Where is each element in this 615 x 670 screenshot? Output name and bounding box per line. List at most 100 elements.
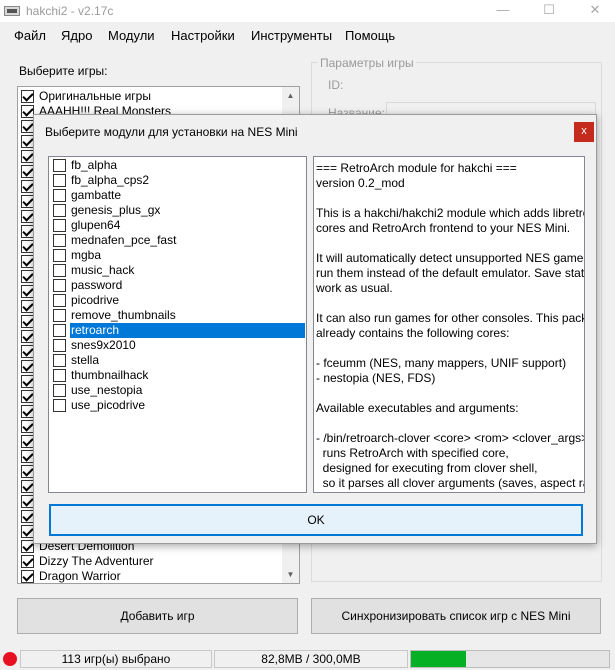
module-label: picodrive [71, 293, 120, 307]
menu-bar: Файл Ядро Модули Настройки Инструменты П… [0, 24, 615, 46]
description-line: so it parses all clover arguments (saves… [316, 476, 585, 490]
module-list-item[interactable]: picodrive [50, 293, 305, 308]
description-line: It can also run games for other consoles… [316, 311, 585, 325]
description-line [316, 386, 582, 401]
module-checkbox[interactable] [53, 249, 66, 262]
module-checkbox[interactable] [53, 324, 66, 337]
module-label: mgba [71, 248, 102, 262]
description-line [316, 236, 582, 251]
module-label: remove_thumbnails [71, 308, 176, 322]
module-list-item[interactable]: snes9x2010 [50, 338, 305, 353]
ok-button[interactable]: OK [49, 504, 583, 536]
module-label: password [71, 278, 123, 292]
module-list-item[interactable]: fb_alpha_cps2 [50, 173, 305, 188]
description-line [316, 191, 582, 206]
module-checkbox[interactable] [53, 189, 66, 202]
maximize-button[interactable]: ☐ [539, 2, 559, 18]
menu-file[interactable]: Файл [14, 28, 46, 43]
module-checkbox[interactable] [53, 309, 66, 322]
module-list-item[interactable]: stella [50, 353, 305, 368]
storage-size-status: 82,8MB / 300,0MB [214, 650, 408, 668]
scroll-up-icon[interactable]: ▲ [282, 87, 299, 104]
module-label: genesis_plus_gx [71, 203, 161, 217]
module-label: gambatte [71, 188, 122, 202]
module-label: thumbnailhack [71, 368, 149, 382]
scroll-down-icon[interactable]: ▼ [282, 566, 299, 583]
dialog-title: Выберите модули для установки на NES Min… [45, 125, 298, 139]
description-line: version 0.2_mod [316, 176, 405, 190]
description-line: It will automatically detect unsupported… [316, 251, 585, 265]
menu-help[interactable]: Помощь [345, 28, 395, 43]
module-checkbox[interactable] [53, 384, 66, 397]
module-list-item[interactable]: use_picodrive [50, 398, 305, 413]
module-checkbox[interactable] [53, 354, 66, 367]
description-line: already contains the following cores: [316, 326, 510, 340]
minimize-button[interactable]: — [493, 2, 513, 17]
menu-settings[interactable]: Настройки [171, 28, 235, 43]
game-checkbox[interactable] [21, 555, 34, 568]
status-indicator-icon [3, 652, 17, 666]
module-list-item[interactable]: use_nestopia [50, 383, 305, 398]
description-line: cores and RetroArch frontend to your NES… [316, 221, 571, 235]
module-label: fb_alpha_cps2 [71, 173, 150, 187]
description-line: designed for executing from clover shell… [316, 461, 538, 475]
description-line: runs RetroArch with specified core, [316, 446, 509, 460]
description-line [316, 296, 582, 311]
game-list-item[interactable]: Dragon Warrior [20, 569, 282, 584]
module-list-item[interactable]: music_hack [50, 263, 305, 278]
close-window-button[interactable]: ✕ [585, 2, 605, 18]
menu-kernel[interactable]: Ядро [61, 28, 92, 43]
module-list-item[interactable]: fb_alpha [50, 158, 305, 173]
module-label: snes9x2010 [71, 338, 136, 352]
module-list-item[interactable]: genesis_plus_gx [50, 203, 305, 218]
title-bar: hakchi2 - v2.17c — ☐ ✕ [0, 0, 615, 22]
description-line: - fceumm (NES, many mappers, UNIF suppor… [316, 356, 567, 370]
sync-games-button[interactable]: Синхронизировать список игр с NES Mini [311, 598, 601, 634]
module-checkbox[interactable] [53, 279, 66, 292]
module-checkbox[interactable] [53, 264, 66, 277]
module-label: fb_alpha [71, 158, 118, 172]
window-title: hakchi2 - v2.17c [26, 4, 114, 18]
module-list-item[interactable]: mgba [50, 248, 305, 263]
description-line: etc.) [316, 491, 582, 492]
game-list-item[interactable]: Dizzy The Adventurer [20, 554, 282, 569]
select-games-label: Выберите игры: [19, 64, 108, 78]
game-checkbox[interactable] [21, 90, 34, 103]
module-list-item[interactable]: glupen64 [50, 218, 305, 233]
module-list-item[interactable]: thumbnailhack [50, 368, 305, 383]
game-label: Оригинальные игры [39, 89, 151, 103]
module-list-item[interactable]: mednafen_pce_fast [50, 233, 305, 248]
game-label: Dizzy The Adventurer [39, 554, 154, 568]
menu-tools[interactable]: Инструменты [251, 28, 332, 43]
menu-modules[interactable]: Модули [108, 28, 155, 43]
module-list-item[interactable]: gambatte [50, 188, 305, 203]
module-description: === RetroArch module for hakchi === versi… [313, 156, 585, 493]
module-label: retroarch [70, 323, 305, 338]
module-list[interactable]: fb_alpha fb_alpha_cps2 gambatte genesis_plu… [48, 156, 307, 493]
description-line: Available executables and arguments: [316, 401, 519, 415]
description-line [316, 341, 582, 356]
module-checkbox[interactable] [53, 399, 66, 412]
dialog-close-button[interactable]: x [574, 122, 594, 142]
game-list-item[interactable]: Оригинальные игры [20, 89, 282, 104]
game-label: Dragon Warrior [39, 569, 121, 583]
module-checkbox[interactable] [53, 204, 66, 217]
game-id-label: ID: [328, 78, 344, 92]
module-checkbox[interactable] [53, 369, 66, 382]
game-params-title: Параметры игры [318, 56, 416, 70]
add-games-button[interactable]: Добавить игр [17, 598, 298, 634]
module-checkbox[interactable] [53, 219, 66, 232]
storage-progress-bar [410, 650, 610, 668]
module-label: mednafen_pce_fast [71, 233, 177, 247]
module-label: glupen64 [71, 218, 121, 232]
module-list-item[interactable]: password [50, 278, 305, 293]
module-checkbox[interactable] [53, 174, 66, 187]
game-checkbox[interactable] [21, 570, 34, 583]
module-list-item[interactable]: remove_thumbnails [50, 308, 305, 323]
module-checkbox[interactable] [53, 294, 66, 307]
module-label: stella [71, 353, 100, 367]
module-checkbox[interactable] [53, 234, 66, 247]
module-list-item[interactable]: retroarch [50, 323, 305, 338]
module-checkbox[interactable] [53, 159, 66, 172]
module-checkbox[interactable] [53, 339, 66, 352]
